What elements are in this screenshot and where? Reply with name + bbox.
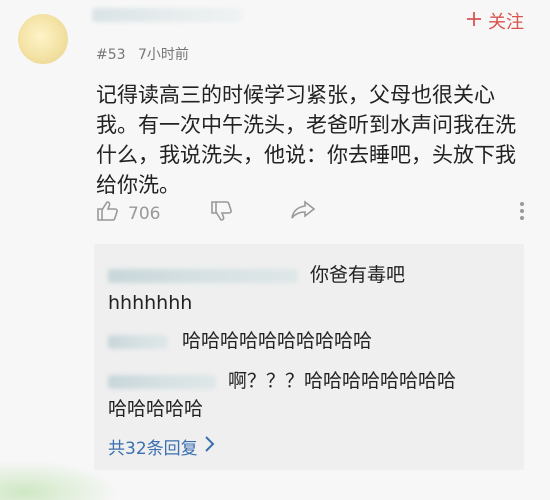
post-meta: #53 7小时前 [96,44,197,64]
follow-label: 关注 [488,12,524,33]
follow-button[interactable]: 关注 [466,8,524,34]
share-button[interactable] [290,200,316,225]
reply-text: 哈哈哈哈哈 [108,398,204,420]
floor-number: #53 [96,47,126,63]
thumbs-down-icon [210,200,234,227]
more-options-button[interactable] [518,200,526,227]
thumbs-up-icon [96,200,120,227]
like-button[interactable]: 706 [96,200,160,227]
chevron-right-icon [204,435,216,458]
reply-text: 你爸有毒吧 [310,264,406,286]
post-time: 7小时前 [138,47,189,63]
avatar[interactable] [18,14,68,64]
reply-item[interactable]: 哈哈哈哈哈哈哈哈哈哈 [108,328,372,354]
more-vertical-icon [518,200,526,227]
reply-author-redacted [108,268,298,283]
replies-panel: 你爸有毒吧 hhhhhhh 哈哈哈哈哈哈哈哈哈哈 啊？？？哈哈哈哈哈哈哈哈 哈哈… [94,244,524,470]
username-redacted[interactable] [92,8,242,22]
plus-icon [466,11,482,32]
share-icon [290,200,316,225]
post-actions: 706 [96,200,526,232]
decorative-leaf [0,460,120,500]
reply-author-redacted [108,374,216,389]
reply-text: hhhhhhh [108,292,193,314]
view-more-replies-link[interactable]: 共32条回复 [108,434,216,459]
reply-text: 哈哈哈哈哈哈哈哈哈哈 [182,330,373,352]
reply-author-redacted [108,334,168,349]
reply-text: 啊？？？哈哈哈哈哈哈哈哈 [228,370,457,392]
view-more-replies-label: 共32条回复 [108,439,198,459]
reply-item[interactable]: 你爸有毒吧 [108,262,405,288]
like-count: 706 [128,203,161,224]
dislike-button[interactable] [210,200,234,227]
reply-item[interactable]: 啊？？？哈哈哈哈哈哈哈哈 [108,368,456,394]
post-content: 记得读高三的时候学习紧张，父母也很关心我。有一次中午洗头，老爸听到水声问我在洗什… [96,83,516,197]
